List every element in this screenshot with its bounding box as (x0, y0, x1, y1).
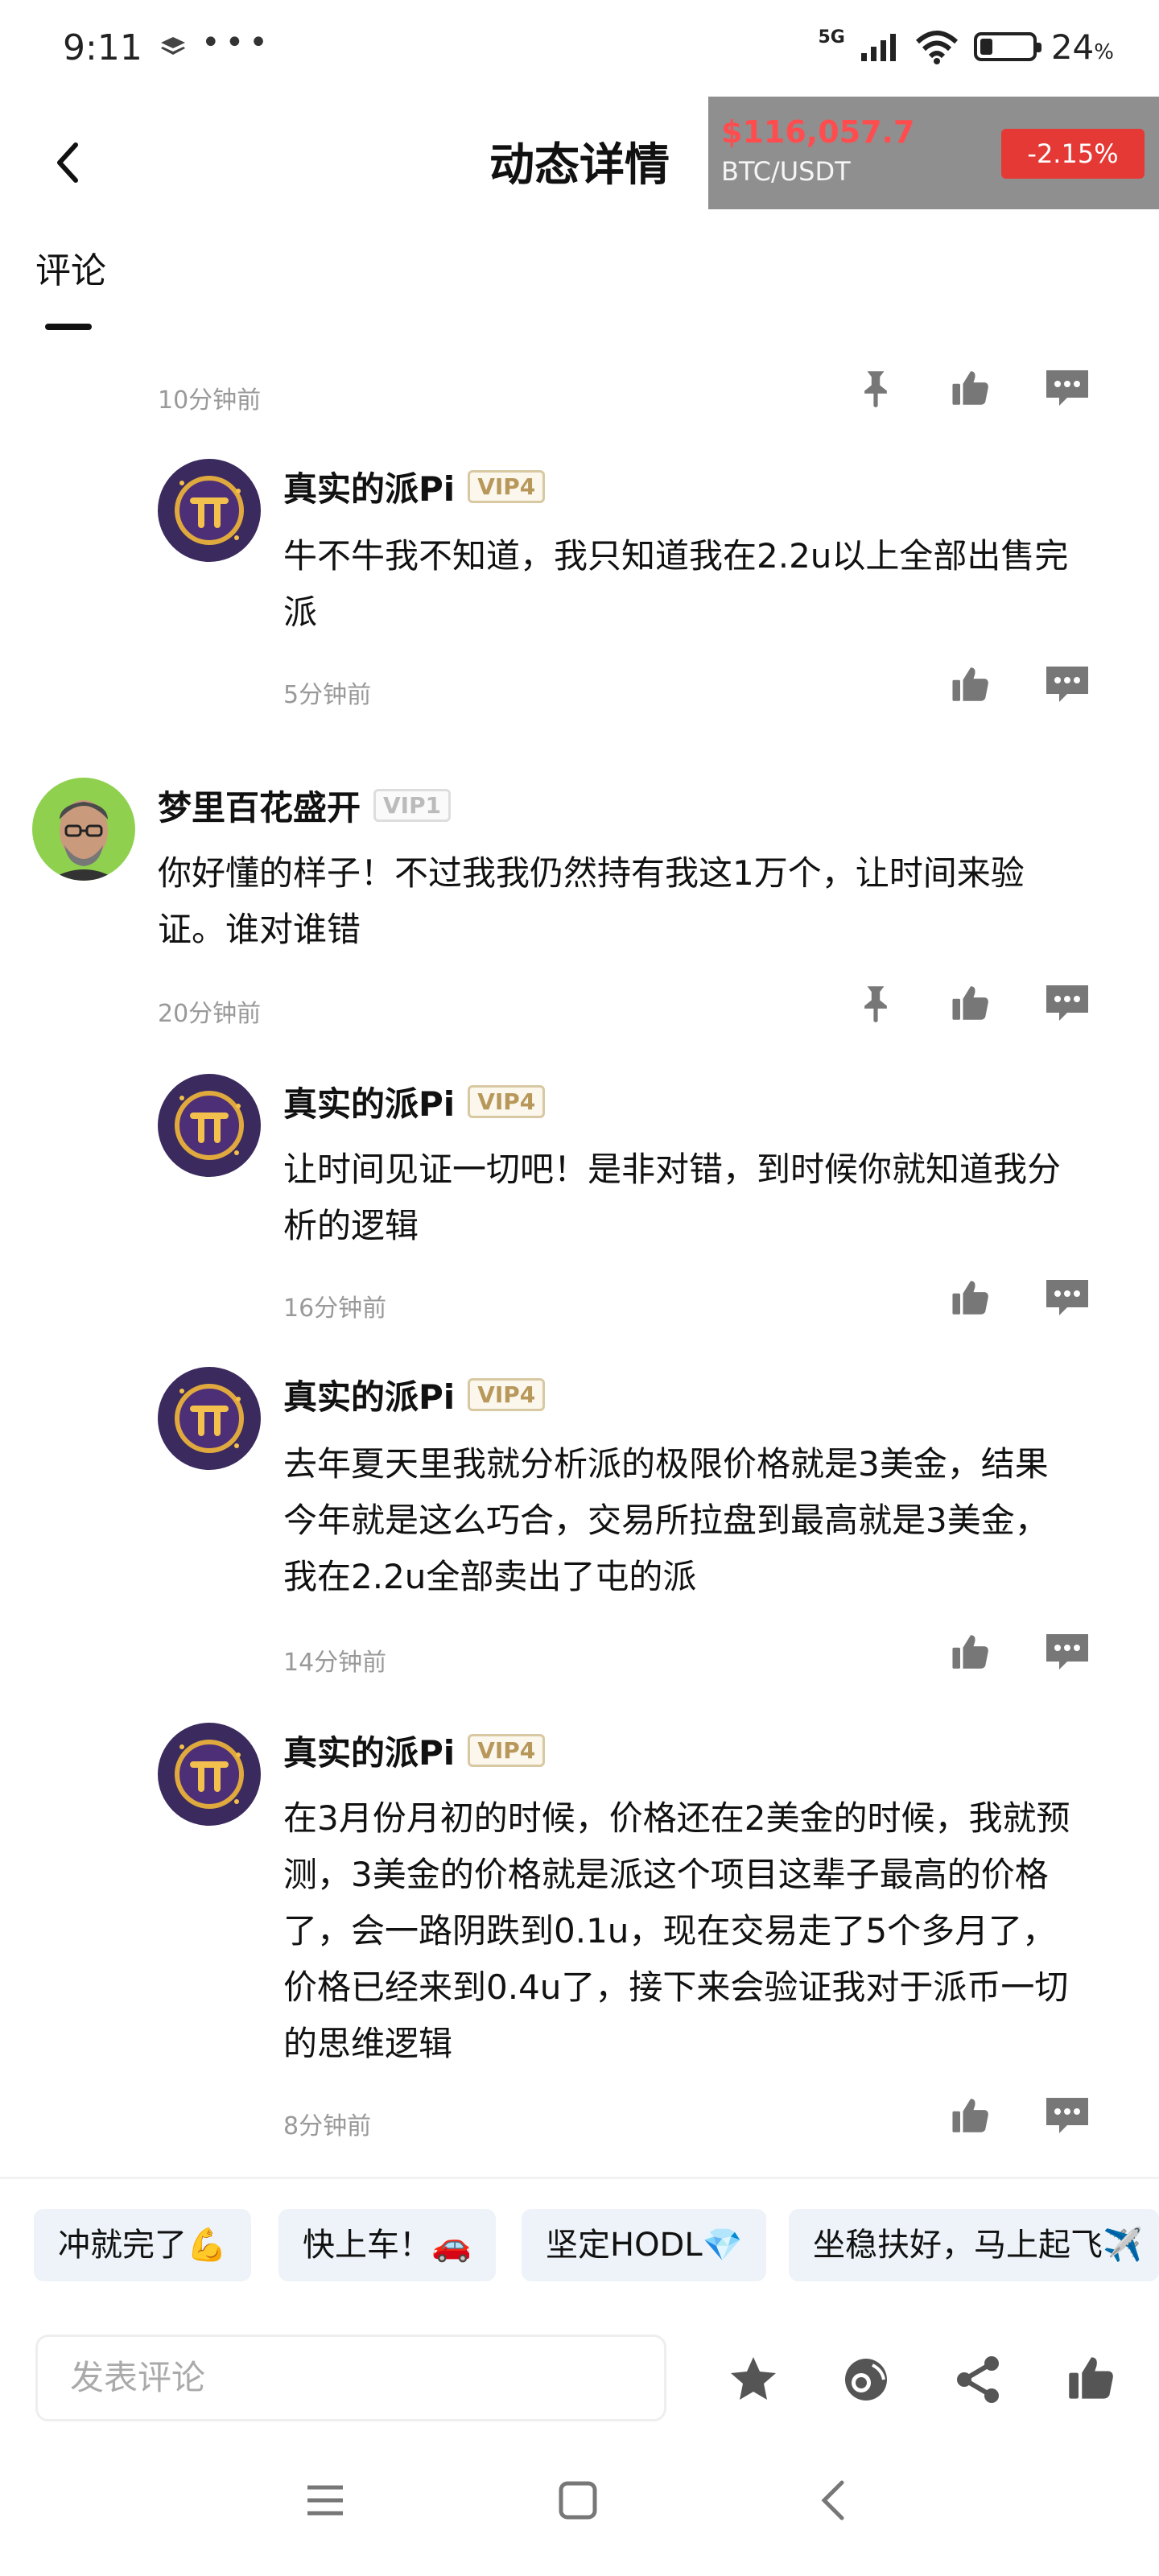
comment-text: 在3月份月初的时候，价格还在2美金的时候，我就预 测，3美金的价格就是派这个项目这… (283, 1798, 1070, 2063)
comment-time: 10分钟前 (158, 386, 262, 415)
vip-badge: VIP1 (373, 789, 452, 822)
like-button[interactable] (947, 663, 995, 708)
ticker-pair: BTC/USDT (721, 156, 851, 187)
comment-header: 真实的派Pi VIP4 (283, 1370, 546, 1419)
reply-button[interactable] (1043, 1277, 1091, 1322)
share-icon (957, 2356, 999, 2403)
pin-button[interactable] (852, 367, 900, 412)
pin-button[interactable] (852, 982, 900, 1027)
battery-percent: 24% (1050, 27, 1114, 67)
thumbs-up-icon (1069, 2357, 1113, 2399)
status-time: 9:11 (63, 27, 142, 68)
avatar[interactable] (158, 459, 261, 562)
pi-logo-icon (158, 1723, 261, 1826)
quick-reply-chip[interactable]: 坐稳扶好，马上起飞✈️ (789, 2209, 1159, 2281)
nav-back-icon[interactable] (813, 2479, 855, 2521)
comment-time: 16分钟前 (283, 1294, 387, 1323)
menu-icon[interactable] (304, 2479, 346, 2521)
like-button[interactable] (947, 982, 995, 1027)
avatar[interactable] (32, 778, 135, 881)
comment-header: 真实的派Pi VIP4 (283, 1077, 546, 1126)
comment-time: 5分钟前 (283, 681, 372, 709)
vip-badge: VIP4 (468, 1734, 546, 1767)
coin-button[interactable] (840, 2354, 892, 2409)
comment-header: 真实的派Pi VIP4 (283, 462, 546, 511)
like-button[interactable] (947, 2095, 995, 2140)
reply-button[interactable] (1043, 663, 1091, 708)
comment-text: 让时间见证一切吧！是非对错，到时候你就知道我分 析的逻辑 (283, 1150, 1062, 1245)
pin-icon (864, 986, 887, 1023)
comment-icon (1046, 1634, 1088, 1670)
avatar[interactable] (158, 1074, 261, 1177)
tab-comments[interactable]: 评论 (35, 242, 106, 293)
layers-icon (161, 37, 185, 55)
thumbs-up-icon (952, 2099, 988, 2132)
comment-time: 8分钟前 (283, 2112, 372, 2140)
comment-icon (1046, 2098, 1088, 2133)
vip-badge: VIP4 (468, 1378, 546, 1411)
like-button[interactable] (947, 367, 995, 412)
status-more-dots: ••• (201, 24, 273, 61)
ticker-change-badge: -2.15% (1001, 129, 1145, 179)
username[interactable]: 真实的派Pi (283, 462, 455, 511)
reply-button[interactable] (1043, 367, 1091, 412)
avatar[interactable] (158, 1367, 261, 1470)
thumbs-up-icon (952, 1281, 988, 1315)
share-button[interactable] (953, 2354, 1004, 2409)
status-right: 5G 24% (818, 23, 1114, 71)
comment-icon (1046, 985, 1088, 1021)
signal-icon (860, 34, 896, 61)
like-post-button[interactable] (1066, 2352, 1117, 2407)
comment-text: 你好懂的样子！不过我我仍然持有我这1万个，让时间来验 证。谁对谁错 (158, 853, 1025, 949)
like-button[interactable] (947, 1631, 995, 1676)
coin-icon (845, 2359, 887, 2401)
reply-button[interactable] (1043, 2095, 1091, 2140)
like-button[interactable] (947, 1277, 995, 1322)
comment-text: 去年夏天里我就分析派的极限价格就是3美金，结果 今年就是这么巧合，交易所拉盘到最高… (283, 1444, 1049, 1596)
ticker-price: $116,057.7 (721, 114, 915, 150)
avatar[interactable] (158, 1723, 261, 1826)
network-label: 5G (818, 27, 845, 47)
wifi-icon (915, 31, 958, 64)
username[interactable]: 梦里百花盛开 (158, 781, 361, 830)
quick-reply-chip[interactable]: 快上车！🚗 (278, 2209, 496, 2281)
thumbs-up-icon (952, 1635, 988, 1669)
comment-input[interactable]: 发表评论 (35, 2334, 666, 2421)
comment-icon (1046, 667, 1088, 702)
username[interactable]: 真实的派Pi (283, 1370, 455, 1419)
star-icon (731, 2357, 776, 2400)
home-icon[interactable] (557, 2479, 599, 2521)
reply-button[interactable] (1043, 1631, 1091, 1676)
username[interactable]: 真实的派Pi (283, 1726, 455, 1775)
comment-header: 梦里百花盛开 VIP1 (158, 781, 452, 830)
pi-logo-icon (158, 1367, 261, 1470)
pi-logo-icon (158, 1074, 261, 1177)
comment-icon (1046, 1280, 1088, 1315)
pin-icon (864, 371, 887, 408)
thumbs-up-icon (952, 986, 988, 1020)
comment-text: 牛不牛我不知道，我只知道我在2.2u以上全部出售完派 (283, 536, 1069, 632)
price-ticker[interactable]: $116,057.7 BTC/USDT -2.15% (708, 97, 1159, 209)
tab-underline (45, 324, 92, 330)
pi-logo-icon (158, 459, 261, 562)
comment-time: 14分钟前 (283, 1649, 387, 1677)
vip-badge: VIP4 (468, 470, 546, 503)
divider (0, 2177, 1159, 2179)
reply-button[interactable] (1043, 982, 1091, 1027)
thumbs-up-icon (952, 371, 988, 405)
vip-badge: VIP4 (468, 1085, 546, 1118)
comment-time: 20分钟前 (158, 1000, 262, 1028)
comment-header: 真实的派Pi VIP4 (283, 1726, 546, 1775)
quick-reply-chip[interactable]: 坚定HODL💎 (522, 2209, 767, 2281)
quick-reply-chip[interactable]: 冲就完了💪 (34, 2209, 251, 2281)
username[interactable]: 真实的派Pi (283, 1077, 455, 1126)
thumbs-up-icon (952, 667, 988, 701)
favorite-button[interactable] (728, 2354, 779, 2407)
battery-icon (973, 32, 1041, 61)
user-photo-icon (32, 778, 135, 881)
comment-icon (1046, 370, 1088, 406)
